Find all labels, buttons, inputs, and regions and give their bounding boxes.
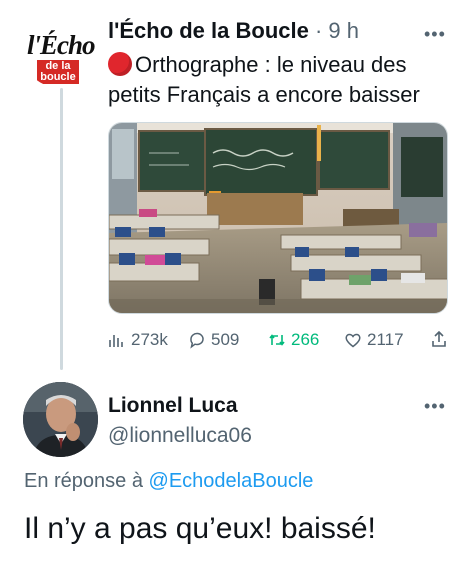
retweet-stat[interactable]: 266 xyxy=(268,330,319,350)
reply-author-handle[interactable]: @lionnelluca06 xyxy=(108,424,252,448)
timestamp[interactable]: 9 h xyxy=(328,18,359,43)
avatar-logo-box: de la boucle xyxy=(37,60,79,84)
reply-prefix: En réponse à xyxy=(24,470,149,492)
thread-connector-line xyxy=(60,88,63,370)
separator: · xyxy=(308,18,329,43)
share-stat[interactable] xyxy=(430,330,448,348)
more-dots-icon[interactable]: ••• xyxy=(424,24,446,45)
reply-stat[interactable]: 509 xyxy=(188,330,239,350)
tweet-header: l'Écho de la Boucle · 9 h xyxy=(108,18,359,44)
reply-text: Il n’y a pas qu’eux! baissé! xyxy=(24,512,376,545)
retweet-icon xyxy=(269,334,285,346)
reply-author-name[interactable]: Lionnel Luca xyxy=(108,394,238,418)
tweet-actions: 273k 509 266 2117 xyxy=(108,330,453,354)
heart-icon xyxy=(345,333,361,348)
classroom-image xyxy=(109,123,447,313)
retweet-count: 266 xyxy=(291,330,320,349)
luca-portrait xyxy=(23,382,98,457)
tweet-body: Orthographe : le niveau des petits Franç… xyxy=(108,52,420,107)
like-stat[interactable]: 2117 xyxy=(344,330,404,350)
author-name[interactable]: l'Écho de la Boucle xyxy=(108,18,309,43)
classroom-photo[interactable] xyxy=(108,122,448,314)
views-stat[interactable]: 273k xyxy=(108,330,168,350)
echo-avatar[interactable]: l'Écho de la boucle xyxy=(23,20,99,88)
reply-mention-link[interactable]: @EchodelaBoucle xyxy=(149,470,314,492)
reply-bubble-icon xyxy=(190,332,204,349)
tweet-text: Orthographe : le niveau des petits Franç… xyxy=(108,50,458,110)
red-circle-emoji-icon xyxy=(108,52,132,76)
reply-context: En réponse à @EchodelaBoucle xyxy=(24,470,313,493)
views-count: 273k xyxy=(131,330,168,349)
avatar-logo-text: l'Écho xyxy=(27,30,96,60)
like-count: 2117 xyxy=(367,330,404,349)
reply-count: 509 xyxy=(211,330,240,349)
views-bar-chart-icon xyxy=(109,335,123,347)
luca-avatar[interactable] xyxy=(23,382,98,457)
share-icon xyxy=(432,330,446,347)
more-dots-icon[interactable]: ••• xyxy=(424,396,446,417)
